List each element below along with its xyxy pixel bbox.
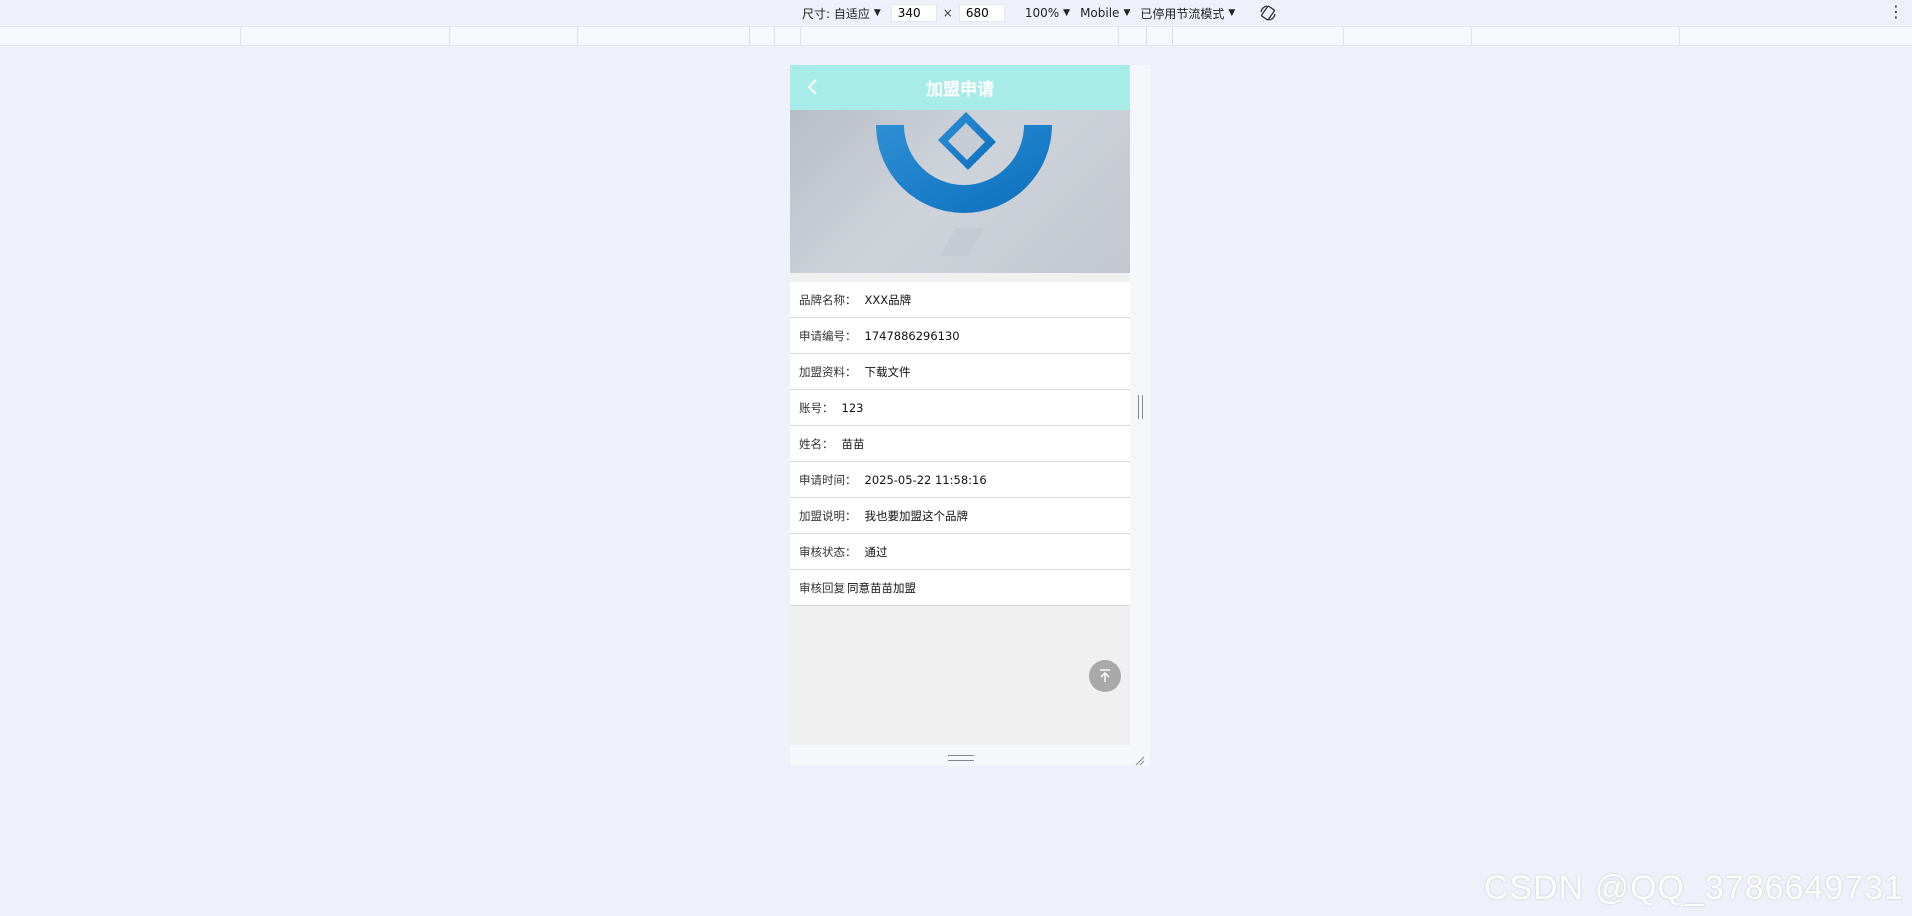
ruler-segment[interactable] (1146, 27, 1147, 46)
throttle-dropdown[interactable]: 已停用节流模式 ▼ (1140, 5, 1235, 22)
detail-label: 申请时间： (799, 472, 857, 487)
watermark: CSDN @QQ_3786649731 (1483, 869, 1904, 907)
media-query-ruler (0, 26, 1912, 46)
detail-row-name: 姓名： 苗苗 (790, 426, 1130, 462)
device-type-label: Mobile (1080, 6, 1120, 20)
detail-value: 通过 (864, 544, 888, 559)
detail-label: 品牌名称： (799, 292, 857, 307)
zoom-dropdown[interactable]: 100% ▼ (1025, 6, 1070, 20)
ruler-segment[interactable] (774, 27, 775, 46)
width-input[interactable] (890, 4, 937, 22)
detail-value: 同意苗苗加盟 (847, 580, 916, 595)
detail-value: 123 (841, 400, 864, 415)
ruler-segment[interactable] (1471, 27, 1472, 46)
arrow-up-to-top-icon (1100, 669, 1110, 682)
device-controls: 尺寸: 自适应 ▼ × 100% ▼ Mobile ▼ 已停用节流模式 ▼ (802, 0, 1277, 26)
bottom-resize-handle[interactable] (948, 755, 974, 761)
back-to-top-button[interactable] (1089, 660, 1121, 692)
size-dropdown[interactable]: 尺寸: 自适应 ▼ (802, 5, 881, 22)
detail-row-reply: 审核回复 同意苗苗加盟 (790, 570, 1130, 606)
mobile-viewport: 加盟申请 品牌名称： XXX品牌 申请编号： 1747886296130 加盟资… (790, 65, 1130, 745)
ruler-segment[interactable] (1679, 27, 1680, 46)
ruler-segment[interactable] (1172, 27, 1173, 46)
download-file-link[interactable]: 下载文件 (865, 364, 911, 380)
detail-label: 加盟资料： (799, 364, 857, 379)
brand-banner-image (790, 110, 1130, 273)
devtools-toolbar: 尺寸: 自适应 ▼ × 100% ▼ Mobile ▼ 已停用节流模式 ▼ ⋮ (0, 0, 1912, 26)
size-label: 尺寸: 自适应 (802, 6, 870, 21)
side-resize-handle[interactable] (1138, 395, 1143, 419)
corner-resize-handle[interactable] (1133, 751, 1145, 766)
detail-label: 申请编号： (799, 328, 857, 343)
caret-down-icon: ▼ (1063, 8, 1071, 18)
device-type-dropdown[interactable]: Mobile ▼ (1080, 6, 1130, 20)
back-button[interactable] (800, 74, 824, 100)
times-sign: × (942, 6, 953, 20)
ruler-segment[interactable] (449, 27, 450, 46)
caret-down-icon: ▼ (1228, 8, 1236, 18)
detail-label: 加盟说明： (799, 508, 857, 523)
detail-value: 苗苗 (841, 436, 865, 451)
brand-logo (876, 112, 1052, 256)
more-options-icon[interactable]: ⋮ (1888, 4, 1904, 20)
rotate-icon[interactable] (1259, 4, 1277, 22)
detail-label: 姓名： (799, 436, 834, 451)
detail-row-time: 申请时间： 2025-05-22 11:58:16 (790, 462, 1130, 498)
ruler-segment[interactable] (1343, 27, 1344, 46)
page-title: 加盟申请 (926, 80, 994, 100)
chevron-left-icon (807, 79, 817, 95)
application-details: 品牌名称： XXX品牌 申请编号： 1747886296130 加盟资料： 下载… (790, 282, 1130, 606)
height-input[interactable] (958, 4, 1005, 22)
ruler-segment[interactable] (800, 27, 801, 46)
detail-row-application-no: 申请编号： 1747886296130 (790, 318, 1130, 354)
detail-value: 2025-05-22 11:58:16 (864, 472, 987, 487)
detail-value: 我也要加盟这个品牌 (864, 508, 969, 523)
detail-value: XXX品牌 (864, 292, 912, 307)
detail-label: 账号： (799, 400, 834, 415)
throttle-label: 已停用节流模式 (1140, 6, 1225, 21)
detail-row-description: 加盟说明： 我也要加盟这个品牌 (790, 498, 1130, 534)
ruler-segment[interactable] (577, 27, 578, 46)
ruler-segment[interactable] (749, 27, 750, 46)
detail-row-status: 审核状态： 通过 (790, 534, 1130, 570)
detail-label: 审核回复 (799, 580, 845, 595)
detail-row-materials: 加盟资料： 下载文件 (790, 354, 1130, 390)
ruler-segment[interactable] (1118, 27, 1119, 46)
detail-value: 1747886296130 (864, 328, 960, 343)
detail-label: 审核状态： (799, 544, 857, 559)
caret-down-icon: ▼ (873, 8, 881, 18)
detail-row-brand: 品牌名称： XXX品牌 (790, 282, 1130, 318)
ruler-segment[interactable] (240, 27, 241, 46)
zoom-label: 100% (1024, 6, 1060, 20)
nav-bar: 加盟申请 (790, 65, 1130, 110)
detail-row-account: 账号： 123 (790, 390, 1130, 426)
caret-down-icon: ▼ (1123, 8, 1131, 18)
